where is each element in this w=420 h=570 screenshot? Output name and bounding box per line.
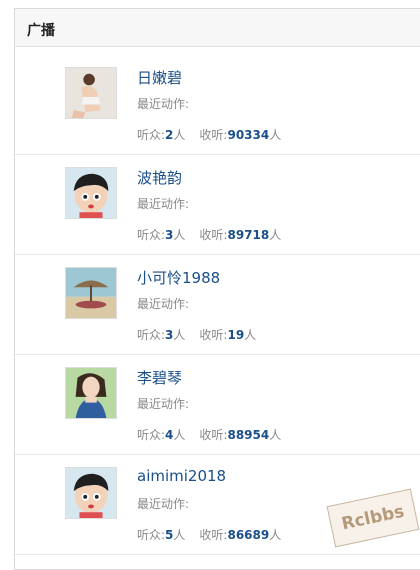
- photo-woman-icon[interactable]: [65, 367, 117, 419]
- user-stats: 听众:5人 收听:86689人: [137, 526, 281, 543]
- listeners-label: 听众:: [137, 328, 166, 342]
- person-unit: 人: [173, 128, 186, 142]
- person-unit: 人: [173, 228, 186, 242]
- listeners-label: 听众:: [137, 428, 166, 442]
- person-unit: 人: [269, 128, 282, 142]
- list-item: 日嫩碧 最近动作: 听众:2人 收听:90334人: [15, 55, 420, 155]
- following-count: 88954: [227, 428, 270, 442]
- user-name-link[interactable]: 波艳韵: [137, 167, 182, 188]
- person-unit: 人: [173, 428, 186, 442]
- recent-action-label: 最近动作:: [137, 197, 190, 211]
- cartoon-boy-icon[interactable]: [65, 467, 117, 519]
- person-unit: 人: [173, 328, 186, 342]
- recent-action-label: 最近动作:: [137, 297, 190, 311]
- recent-action-label: 最近动作:: [137, 97, 190, 111]
- following-count: 90334: [227, 128, 270, 142]
- user-stats: 听众:4人 收听:88954人: [137, 426, 281, 443]
- user-name-link[interactable]: aimimi2018: [137, 467, 226, 485]
- following-label: 收听:: [199, 528, 228, 542]
- person-unit: 人: [269, 428, 282, 442]
- broadcast-panel: 广播 日嫩碧 最近动作: 听众:2人 收听:90334人 波艳韵 最近动作: 听…: [14, 8, 420, 570]
- following-label: 收听:: [199, 128, 228, 142]
- following-count: 89718: [227, 228, 270, 242]
- photo-woman-icon[interactable]: [65, 67, 117, 119]
- following-label: 收听:: [199, 228, 228, 242]
- recent-action-label: 最近动作:: [137, 397, 190, 411]
- listeners-label: 听众:: [137, 128, 166, 142]
- following-label: 收听:: [199, 328, 228, 342]
- user-stats: 听众:2人 收听:90334人: [137, 126, 281, 143]
- following-count: 19: [227, 328, 245, 342]
- user-name-link[interactable]: 李碧琴: [137, 367, 182, 388]
- beach-umbrella-icon[interactable]: [65, 267, 117, 319]
- following-count: 86689: [227, 528, 270, 542]
- person-unit: 人: [244, 328, 257, 342]
- user-stats: 听众:3人 收听:89718人: [137, 226, 281, 243]
- listeners-label: 听众:: [137, 228, 166, 242]
- user-name-link[interactable]: 日嫩碧: [137, 67, 182, 88]
- panel-title: 广播: [15, 9, 420, 47]
- person-unit: 人: [269, 528, 282, 542]
- user-stats: 听众:3人 收听:19人: [137, 326, 256, 343]
- person-unit: 人: [269, 228, 282, 242]
- listeners-label: 听众:: [137, 528, 166, 542]
- cartoon-boy-icon[interactable]: [65, 167, 117, 219]
- list-item: 李碧琴 最近动作: 听众:4人 收听:88954人: [15, 355, 420, 455]
- list-item: 小可怜1988 最近动作: 听众:3人 收听:19人: [15, 255, 420, 355]
- user-name-link[interactable]: 小可怜1988: [137, 267, 220, 288]
- recent-action-label: 最近动作:: [137, 497, 190, 511]
- person-unit: 人: [173, 528, 186, 542]
- list-item: 波艳韵 最近动作: 听众:3人 收听:89718人: [15, 155, 420, 255]
- following-label: 收听:: [199, 428, 228, 442]
